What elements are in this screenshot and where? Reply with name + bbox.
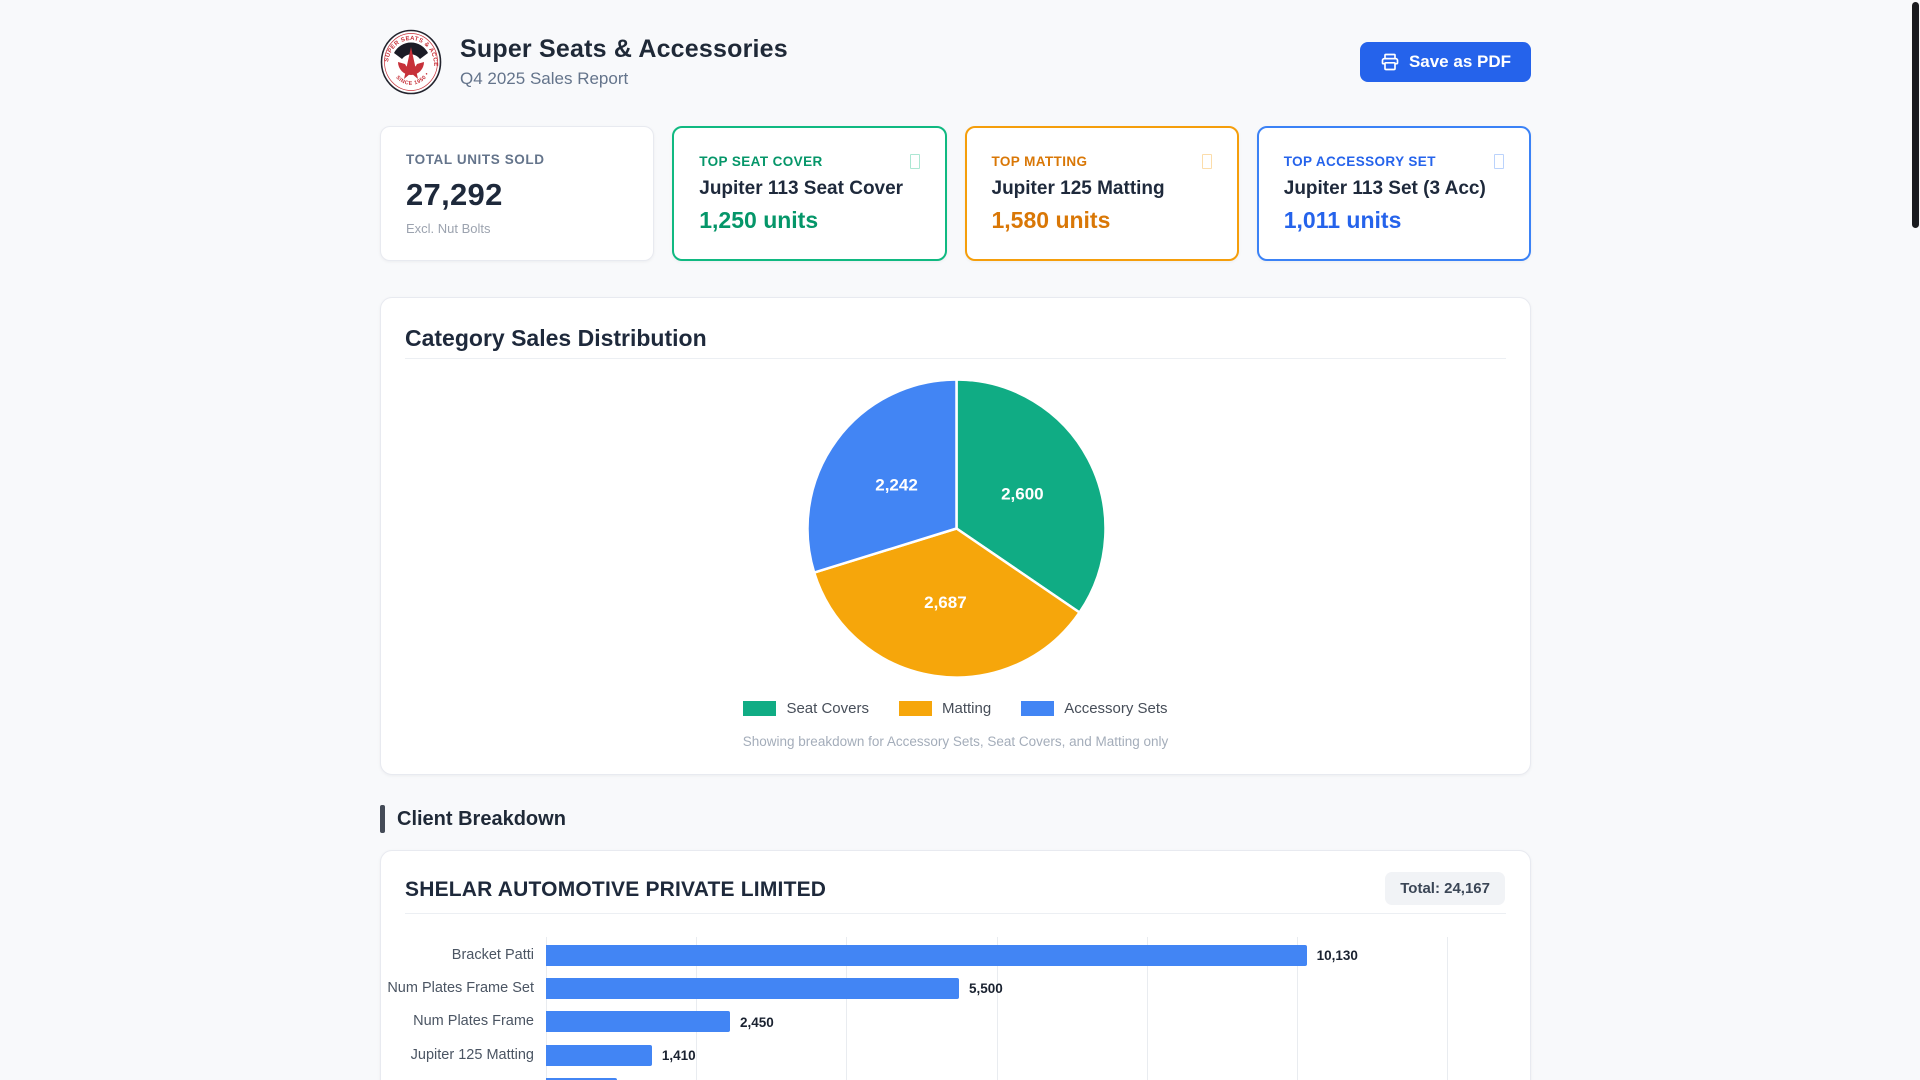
legend-item: Accessory Sets — [1021, 700, 1168, 717]
pie-data-label: 2,687 — [924, 593, 967, 612]
client-bar-plot: Bracket Patti 10,130 Num Plates Frame Set 5… — [387, 937, 1448, 1080]
trophy-icon-placeholder — [1494, 153, 1504, 169]
gridline — [1447, 937, 1448, 1080]
client-total-badge: Total: 24,167 — [1385, 872, 1505, 905]
bar-category-label: Num Plates Frame Set — [387, 979, 534, 996]
client-name: SHELAR AUTOMOTIVE PRIVATE LIMITED — [405, 878, 827, 901]
save-as-pdf-button[interactable]: Save as PDF — [1359, 42, 1531, 82]
bar-bracket-patti — [546, 944, 1307, 966]
client-breakdown-heading: Client Breakdown — [380, 805, 566, 833]
top-matting-units: 1,580 units — [991, 206, 1111, 233]
trophy-icon-placeholder — [909, 153, 920, 169]
stat-card-total-units: TOTAL UNITS SOLD 27,292 Excl. Nut Bolts — [380, 126, 655, 261]
client-breakdown-title: Client Breakdown — [397, 807, 566, 830]
pie-data-label: 2,242 — [875, 475, 918, 494]
stat-card-top-seat-cover: TOP SEAT COVER Jupiter 113 Seat Cover 1,… — [672, 126, 947, 261]
top-seat-cover-product: Jupiter 113 Seat Cover — [699, 177, 904, 199]
bar-category-label: Num Plates Frame — [413, 1013, 534, 1030]
scrollbar[interactable] — [1910, 0, 1920, 1080]
legend-swatch — [743, 701, 777, 716]
top-matting-product: Jupiter 125 Matting — [991, 177, 1165, 199]
save-as-pdf-label: Save as PDF — [1408, 52, 1511, 71]
top-accessory-units: 1,011 units — [1283, 206, 1402, 233]
scrollbar-thumb[interactable] — [1912, 2, 1919, 228]
bar-num-plates-frame-set — [546, 977, 959, 999]
stat-cards-row: TOTAL UNITS SOLD 27,292 Excl. Nut Bolts … — [380, 126, 1531, 261]
bar-num-plates-frame — [546, 1011, 730, 1033]
pie-chart-note: Showing breakdown for Accessory Sets, Se… — [742, 734, 1169, 749]
stat-card-label: TOP MATTING — [991, 153, 1088, 169]
divider — [405, 358, 1506, 359]
legend-item: Seat Covers — [743, 700, 869, 717]
bar-category-label: Jupiter 125 Matting — [410, 1046, 534, 1063]
bar-value-label: 5,500 — [968, 981, 1003, 997]
total-units-value: 27,292 — [406, 176, 503, 212]
page-title: Super Seats & Accessories — [460, 35, 788, 63]
company-logo: SUPER SEATS & ACCESSORIES SINCE 1950 • P… — [380, 29, 442, 95]
category-pie-chart: 2,600 2,687 2,242 — [806, 378, 1107, 679]
trophy-icon-placeholder — [1201, 153, 1212, 169]
top-seat-cover-units: 1,250 units — [699, 206, 819, 233]
page-header: SUPER SEATS & ACCESSORIES SINCE 1950 • P… — [380, 29, 1531, 95]
stat-card-top-matting: TOP MATTING Jupiter 125 Matting 1,580 un… — [964, 126, 1239, 261]
stat-card-label: TOTAL UNITS SOLD — [406, 151, 545, 167]
category-distribution-card: Category Sales Distribution 2,600 2,687 2,… — [380, 297, 1531, 775]
printer-icon — [1381, 53, 1399, 71]
client-card-shelar: SHELAR AUTOMOTIVE PRIVATE LIMITED Total:… — [380, 850, 1531, 1080]
total-units-note: Excl. Nut Bolts — [406, 220, 491, 236]
stat-card-label: TOP SEAT COVER — [699, 153, 823, 169]
legend-label: Seat Covers — [786, 700, 869, 717]
bar-value-label: 10,130 — [1316, 948, 1358, 963]
pie-chart-title: Category Sales Distribution — [405, 325, 707, 351]
bar-jupiter-125-matting — [546, 1044, 652, 1066]
bar-value-label: 2,450 — [739, 1014, 774, 1030]
stat-card-label: TOP ACCESSORY SET — [1283, 153, 1436, 169]
bar-category-label: Bracket Patti — [451, 946, 534, 963]
legend-item: Matting — [898, 700, 992, 717]
top-accessory-product: Jupiter 113 Set (3 Acc) — [1283, 177, 1486, 199]
heading-accent-bar — [380, 805, 385, 833]
legend-swatch — [1021, 701, 1055, 716]
pie-data-label: 2,600 — [1001, 485, 1044, 504]
pie-legend: Seat Covers Matting Accessory Sets — [381, 700, 1530, 717]
legend-label: Matting — [941, 700, 992, 717]
stat-card-top-accessory-set: TOP ACCESSORY SET Jupiter 113 Set (3 Acc… — [1256, 126, 1531, 261]
page-subtitle: Q4 2025 Sales Report — [460, 69, 629, 88]
legend-swatch — [898, 701, 932, 716]
divider — [405, 913, 1506, 914]
legend-label: Accessory Sets — [1064, 700, 1168, 717]
bar-value-label: 1,410 — [661, 1048, 696, 1064]
